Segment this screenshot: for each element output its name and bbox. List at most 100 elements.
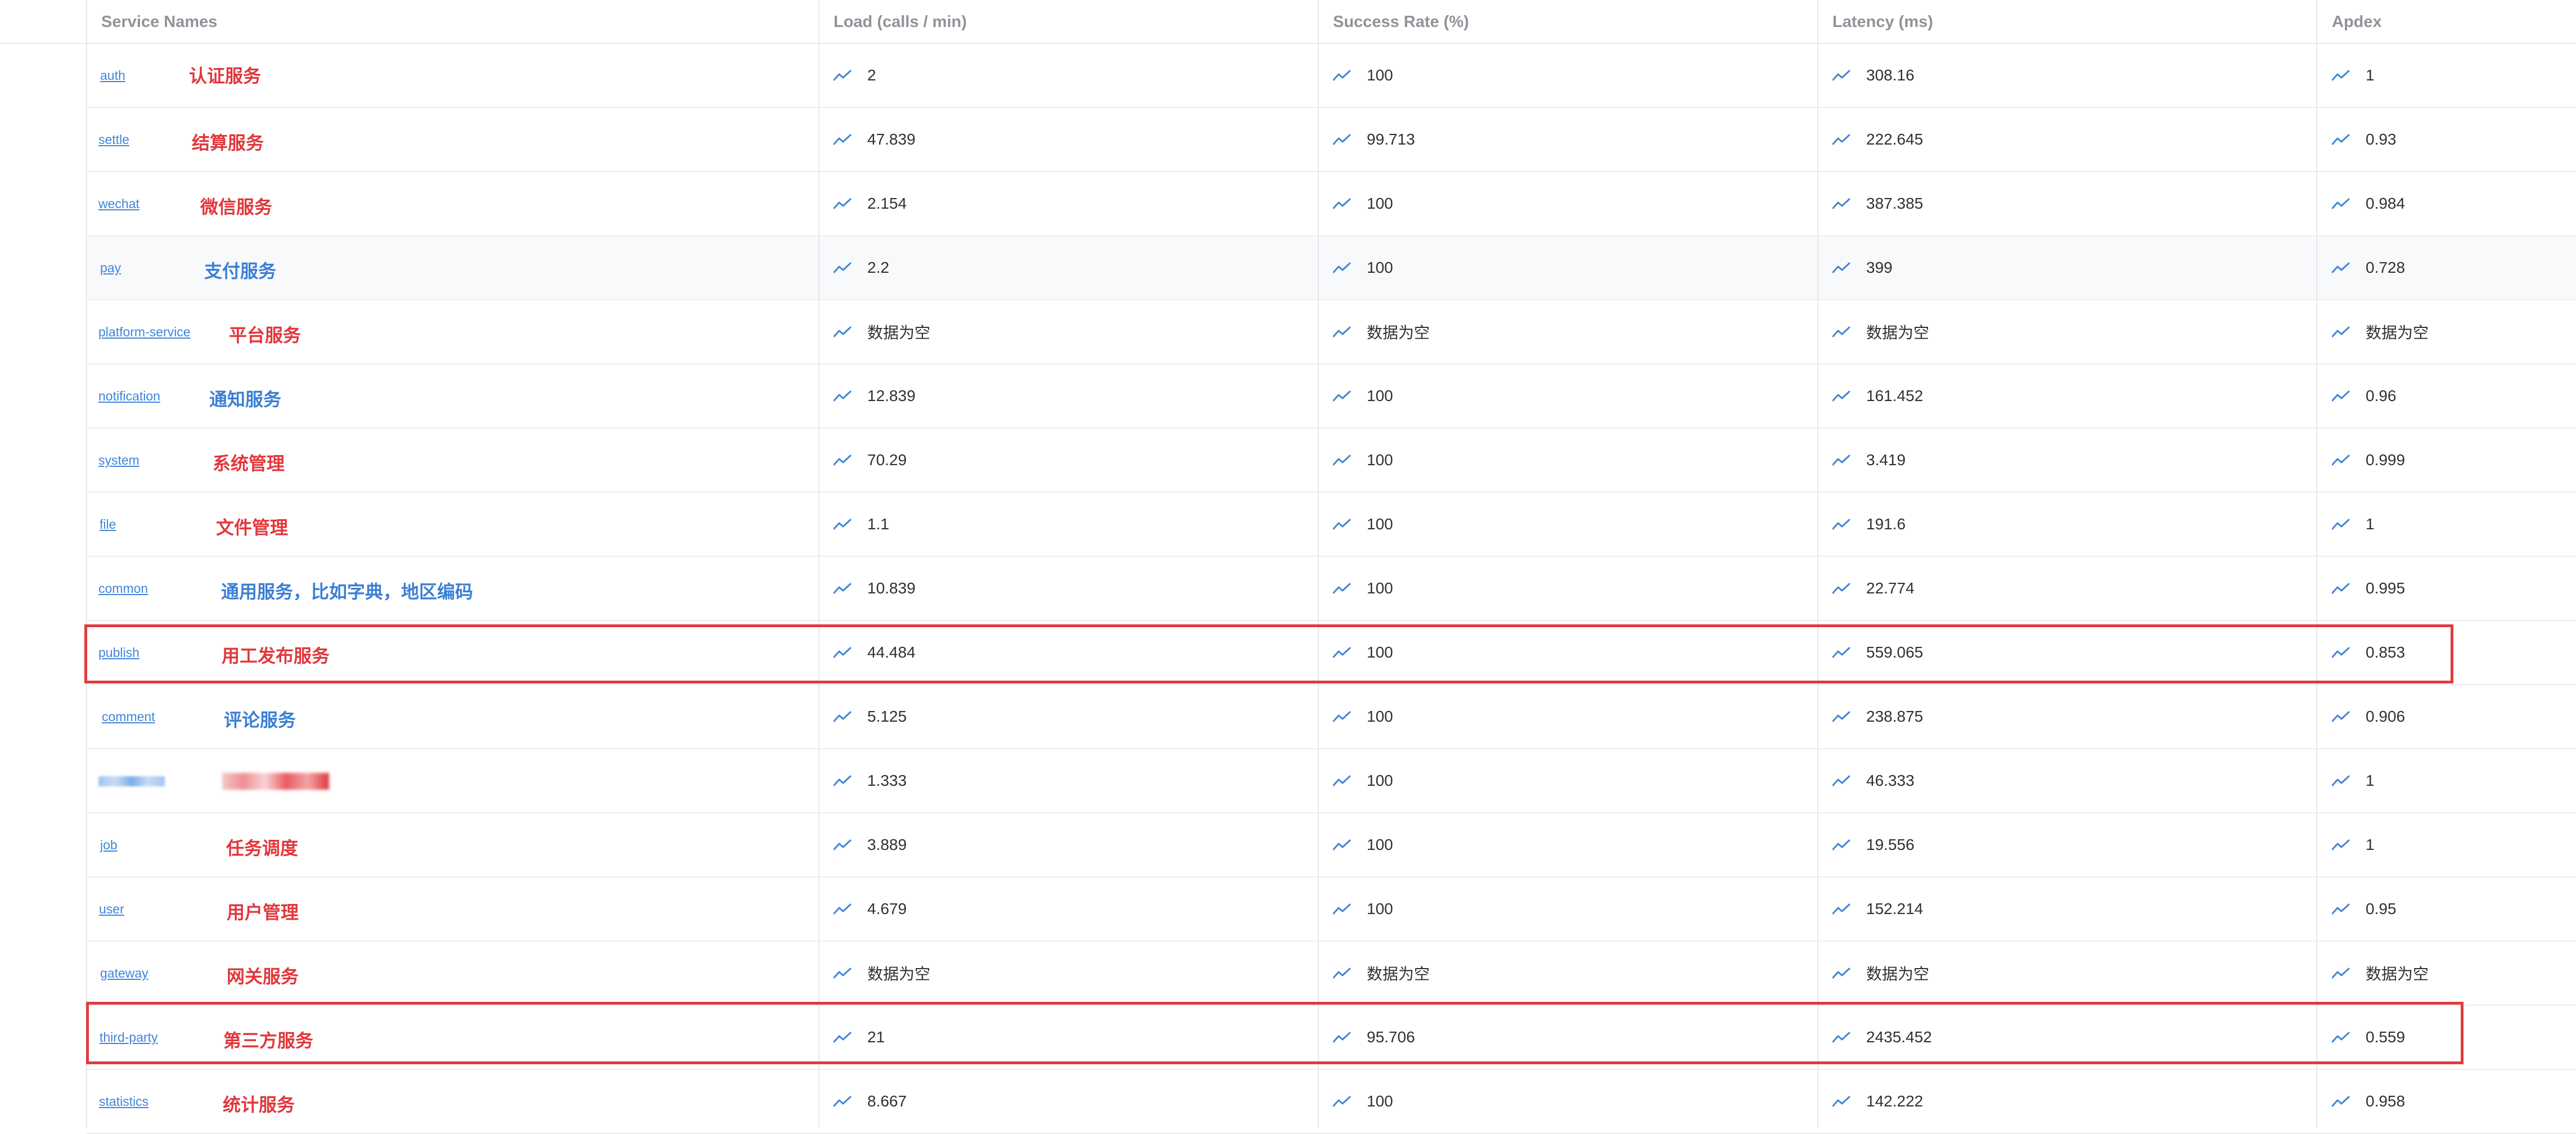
latency-cell[interactable]: 308.16 bbox=[1832, 44, 1915, 107]
trend-chart-icon[interactable] bbox=[2332, 775, 2366, 787]
service-link[interactable]: job bbox=[100, 838, 118, 853]
latency-cell[interactable]: 数据为空 bbox=[1832, 942, 1929, 1005]
service-link[interactable]: third-party bbox=[100, 1030, 158, 1045]
load-cell[interactable]: 1.1 bbox=[834, 493, 889, 556]
success-cell[interactable]: 数据为空 bbox=[1333, 942, 1430, 1005]
trend-chart-icon[interactable] bbox=[2332, 582, 2366, 595]
apdex-cell[interactable]: 1 bbox=[2332, 44, 2375, 107]
trend-chart-icon[interactable] bbox=[834, 710, 867, 723]
trend-chart-icon[interactable] bbox=[1333, 903, 1367, 915]
service-link[interactable]: common bbox=[98, 581, 148, 596]
trend-chart-icon[interactable] bbox=[1832, 1031, 1866, 1043]
latency-cell[interactable]: 399 bbox=[1832, 236, 1893, 299]
table-row[interactable]: file 文件管理 1.1 100 191.6 1 bbox=[86, 493, 2576, 557]
trend-chart-icon[interactable] bbox=[834, 903, 867, 915]
trend-chart-icon[interactable] bbox=[834, 839, 867, 851]
success-cell[interactable]: 100 bbox=[1333, 172, 1393, 235]
success-cell[interactable]: 100 bbox=[1333, 44, 1393, 107]
load-cell[interactable]: 8.667 bbox=[834, 1070, 907, 1133]
trend-chart-icon[interactable] bbox=[2332, 646, 2366, 659]
trend-chart-icon[interactable] bbox=[1333, 1031, 1367, 1043]
service-link[interactable]: user bbox=[99, 902, 124, 917]
trend-chart-icon[interactable] bbox=[834, 1031, 867, 1043]
apdex-cell[interactable]: 1 bbox=[2332, 749, 2375, 812]
trend-chart-icon[interactable] bbox=[2332, 326, 2366, 338]
service-link[interactable]: file bbox=[100, 517, 116, 532]
trend-chart-icon[interactable] bbox=[1333, 326, 1367, 338]
latency-cell[interactable]: 46.333 bbox=[1832, 749, 1915, 812]
apdex-cell[interactable]: 0.995 bbox=[2332, 557, 2405, 620]
load-cell[interactable]: 1.333 bbox=[834, 749, 907, 812]
load-cell[interactable]: 2 bbox=[834, 44, 876, 107]
trend-chart-icon[interactable] bbox=[1333, 582, 1367, 595]
header-load[interactable]: Load (calls / min) bbox=[834, 0, 967, 44]
load-cell[interactable]: 70.29 bbox=[834, 429, 907, 492]
table-row[interactable]: wechat 微信服务 2.154 100 387.385 0.984 bbox=[86, 172, 2576, 236]
latency-cell[interactable]: 19.556 bbox=[1832, 813, 1915, 876]
latency-cell[interactable]: 3.419 bbox=[1832, 429, 1906, 492]
latency-cell[interactable]: 22.774 bbox=[1832, 557, 1915, 620]
apdex-cell[interactable]: 0.559 bbox=[2332, 1006, 2405, 1069]
trend-chart-icon[interactable] bbox=[1333, 454, 1367, 466]
table-row[interactable]: auth 认证服务 2 100 308.16 1 bbox=[86, 44, 2576, 108]
latency-cell[interactable]: 387.385 bbox=[1832, 172, 1923, 235]
redacted-service-link[interactable] bbox=[98, 776, 165, 786]
success-cell[interactable]: 数据为空 bbox=[1333, 300, 1430, 363]
load-cell[interactable]: 数据为空 bbox=[834, 942, 930, 1005]
trend-chart-icon[interactable] bbox=[1333, 390, 1367, 402]
trend-chart-icon[interactable] bbox=[1832, 390, 1866, 402]
table-row[interactable]: comment 评论服务 5.125 100 238.875 0.906 bbox=[86, 685, 2576, 749]
trend-chart-icon[interactable] bbox=[834, 262, 867, 274]
apdex-cell[interactable]: 1 bbox=[2332, 493, 2375, 556]
trend-chart-icon[interactable] bbox=[1333, 775, 1367, 787]
load-cell[interactable]: 数据为空 bbox=[834, 300, 930, 363]
load-cell[interactable]: 4.679 bbox=[834, 878, 907, 940]
trend-chart-icon[interactable] bbox=[1333, 839, 1367, 851]
table-row[interactable]: statistics 统计服务 8.667 100 142.222 0.958 bbox=[86, 1070, 2576, 1134]
trend-chart-icon[interactable] bbox=[1832, 646, 1866, 659]
trend-chart-icon[interactable] bbox=[1333, 710, 1367, 723]
trend-chart-icon[interactable] bbox=[2332, 390, 2366, 402]
header-success-rate[interactable]: Success Rate (%) bbox=[1333, 0, 1469, 44]
trend-chart-icon[interactable] bbox=[834, 1095, 867, 1108]
apdex-cell[interactable]: 0.728 bbox=[2332, 236, 2405, 299]
table-row[interactable]: 1.333 100 46.333 1 bbox=[86, 749, 2576, 813]
trend-chart-icon[interactable] bbox=[1333, 69, 1367, 82]
service-link[interactable]: publish bbox=[98, 645, 139, 660]
service-link[interactable]: notification bbox=[98, 389, 160, 404]
success-cell[interactable]: 100 bbox=[1333, 364, 1393, 428]
table-row[interactable]: pay 支付服务 2.2 100 399 0.728 bbox=[86, 236, 2576, 300]
latency-cell[interactable]: 数据为空 bbox=[1832, 300, 1929, 363]
header-apdex[interactable]: Apdex bbox=[2332, 0, 2382, 44]
load-cell[interactable]: 2.2 bbox=[834, 236, 889, 299]
table-row[interactable]: common 通用服务，比如字典，地区编码 10.839 100 22.774 0.995 bbox=[86, 557, 2576, 621]
apdex-cell[interactable]: 0.96 bbox=[2332, 364, 2397, 428]
trend-chart-icon[interactable] bbox=[834, 454, 867, 466]
trend-chart-icon[interactable] bbox=[834, 967, 867, 979]
trend-chart-icon[interactable] bbox=[1333, 1095, 1367, 1108]
trend-chart-icon[interactable] bbox=[1832, 1095, 1866, 1108]
service-link[interactable]: statistics bbox=[99, 1094, 148, 1109]
service-link[interactable]: platform-service bbox=[98, 325, 191, 340]
trend-chart-icon[interactable] bbox=[1832, 133, 1866, 146]
trend-chart-icon[interactable] bbox=[2332, 133, 2366, 146]
success-cell[interactable]: 99.713 bbox=[1333, 108, 1415, 171]
trend-chart-icon[interactable] bbox=[834, 775, 867, 787]
latency-cell[interactable]: 222.645 bbox=[1832, 108, 1923, 171]
table-row[interactable]: platform-service 平台服务 数据为空 数据为空 数据为空 数据为空 bbox=[86, 300, 2576, 364]
trend-chart-icon[interactable] bbox=[2332, 903, 2366, 915]
service-link[interactable]: gateway bbox=[100, 966, 148, 981]
trend-chart-icon[interactable] bbox=[1832, 710, 1866, 723]
trend-chart-icon[interactable] bbox=[2332, 454, 2366, 466]
success-cell[interactable]: 100 bbox=[1333, 493, 1393, 556]
trend-chart-icon[interactable] bbox=[1333, 133, 1367, 146]
trend-chart-icon[interactable] bbox=[1832, 582, 1866, 595]
trend-chart-icon[interactable] bbox=[1333, 646, 1367, 659]
apdex-cell[interactable]: 0.984 bbox=[2332, 172, 2405, 235]
latency-cell[interactable]: 142.222 bbox=[1832, 1070, 1923, 1133]
load-cell[interactable]: 2.154 bbox=[834, 172, 907, 235]
apdex-cell[interactable]: 0.906 bbox=[2332, 685, 2405, 748]
success-cell[interactable]: 100 bbox=[1333, 878, 1393, 940]
latency-cell[interactable]: 152.214 bbox=[1832, 878, 1923, 940]
trend-chart-icon[interactable] bbox=[834, 390, 867, 402]
